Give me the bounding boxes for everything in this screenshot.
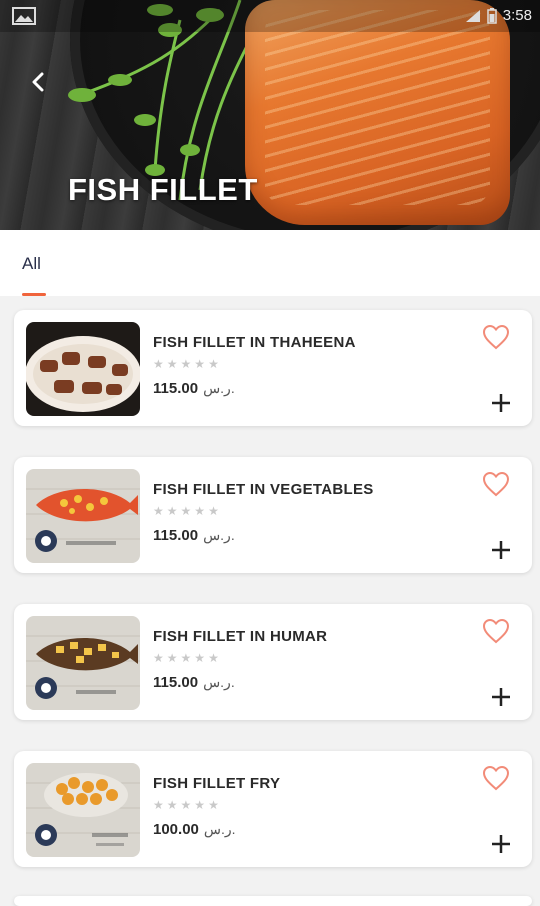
rating-stars: ★ ★ ★ ★ ★ (153, 798, 219, 812)
add-icon[interactable] (490, 833, 512, 855)
star-icon: ★ (208, 357, 219, 371)
price-row: 115.00 ر.س. (153, 380, 235, 397)
menu-item-card[interactable]: FISH FILLET IN THAHEENA ★ ★ ★ ★ ★ 115.00… (14, 310, 532, 426)
menu-item-card[interactable]: FISH FILLET IN VEGETABLES ★ ★ ★ ★ ★ 115.… (14, 457, 532, 573)
item-thumbnail (26, 616, 140, 710)
heart-icon[interactable] (482, 324, 510, 350)
heart-icon[interactable] (482, 765, 510, 791)
back-button[interactable] (22, 66, 54, 98)
star-icon: ★ (180, 357, 192, 371)
star-icon: ★ (153, 798, 164, 812)
star-icon: ★ (153, 504, 164, 518)
gallery-icon (12, 7, 36, 25)
star-icon: ★ (180, 651, 192, 665)
star-icon: ★ (208, 798, 219, 812)
star-icon: ★ (166, 798, 178, 812)
item-thumbnail (26, 763, 140, 857)
heart-icon[interactable] (482, 618, 510, 644)
status-clock: 3:58 (502, 7, 532, 24)
star-icon: ★ (194, 504, 206, 518)
currency-label: ر.س. (203, 674, 235, 690)
page-title: FISH FILLET (68, 172, 258, 207)
tab-all[interactable]: All (22, 254, 41, 274)
rating-stars: ★ ★ ★ ★ ★ (153, 504, 219, 518)
star-icon: ★ (166, 357, 178, 371)
star-icon: ★ (194, 651, 206, 665)
item-price: 115.00 (153, 674, 199, 691)
star-icon: ★ (194, 357, 206, 371)
star-icon: ★ (166, 651, 178, 665)
price-row: 100.00 ر.س. (153, 821, 236, 838)
item-name: FISH FILLET IN HUMAR (153, 628, 328, 645)
item-thumbnail (26, 469, 140, 563)
star-icon: ★ (153, 357, 164, 371)
rating-stars: ★ ★ ★ ★ ★ (153, 357, 219, 371)
currency-label: ر.س. (203, 821, 236, 837)
category-tabbar: All (0, 230, 540, 296)
star-icon: ★ (153, 651, 164, 665)
star-icon: ★ (208, 651, 219, 665)
star-icon: ★ (180, 504, 192, 518)
menu-item-card[interactable]: FISH FILLET FRY ★ ★ ★ ★ ★ 100.00 ر.س. (14, 751, 532, 867)
price-row: 115.00 ر.س. (153, 674, 235, 691)
item-name: FISH FILLET IN VEGETABLES (153, 481, 374, 498)
add-icon[interactable] (490, 539, 512, 561)
star-icon: ★ (194, 798, 206, 812)
status-bar: 3:58 (0, 0, 540, 32)
active-tab-indicator (22, 293, 46, 296)
item-price: 115.00 (153, 527, 199, 544)
salmon-graphic (245, 0, 510, 225)
star-icon: ★ (208, 504, 219, 518)
next-card-peek (14, 896, 532, 906)
item-name: FISH FILLET IN THAHEENA (153, 334, 356, 351)
currency-label: ر.س. (203, 527, 235, 543)
item-price: 100.00 (153, 821, 199, 838)
add-icon[interactable] (490, 392, 512, 414)
star-icon: ★ (180, 798, 192, 812)
star-icon: ★ (166, 504, 178, 518)
add-icon[interactable] (490, 686, 512, 708)
item-price: 115.00 (153, 380, 199, 397)
price-row: 115.00 ر.س. (153, 527, 235, 544)
chevron-left-icon (32, 72, 44, 92)
battery-icon (487, 7, 497, 24)
signal-icon (465, 9, 480, 22)
item-name: FISH FILLET FRY (153, 775, 281, 792)
currency-label: ر.س. (203, 380, 235, 396)
rating-stars: ★ ★ ★ ★ ★ (153, 651, 219, 665)
item-thumbnail (26, 322, 140, 416)
heart-icon[interactable] (482, 471, 510, 497)
menu-item-card[interactable]: FISH FILLET IN HUMAR ★ ★ ★ ★ ★ 115.00 ر.… (14, 604, 532, 720)
